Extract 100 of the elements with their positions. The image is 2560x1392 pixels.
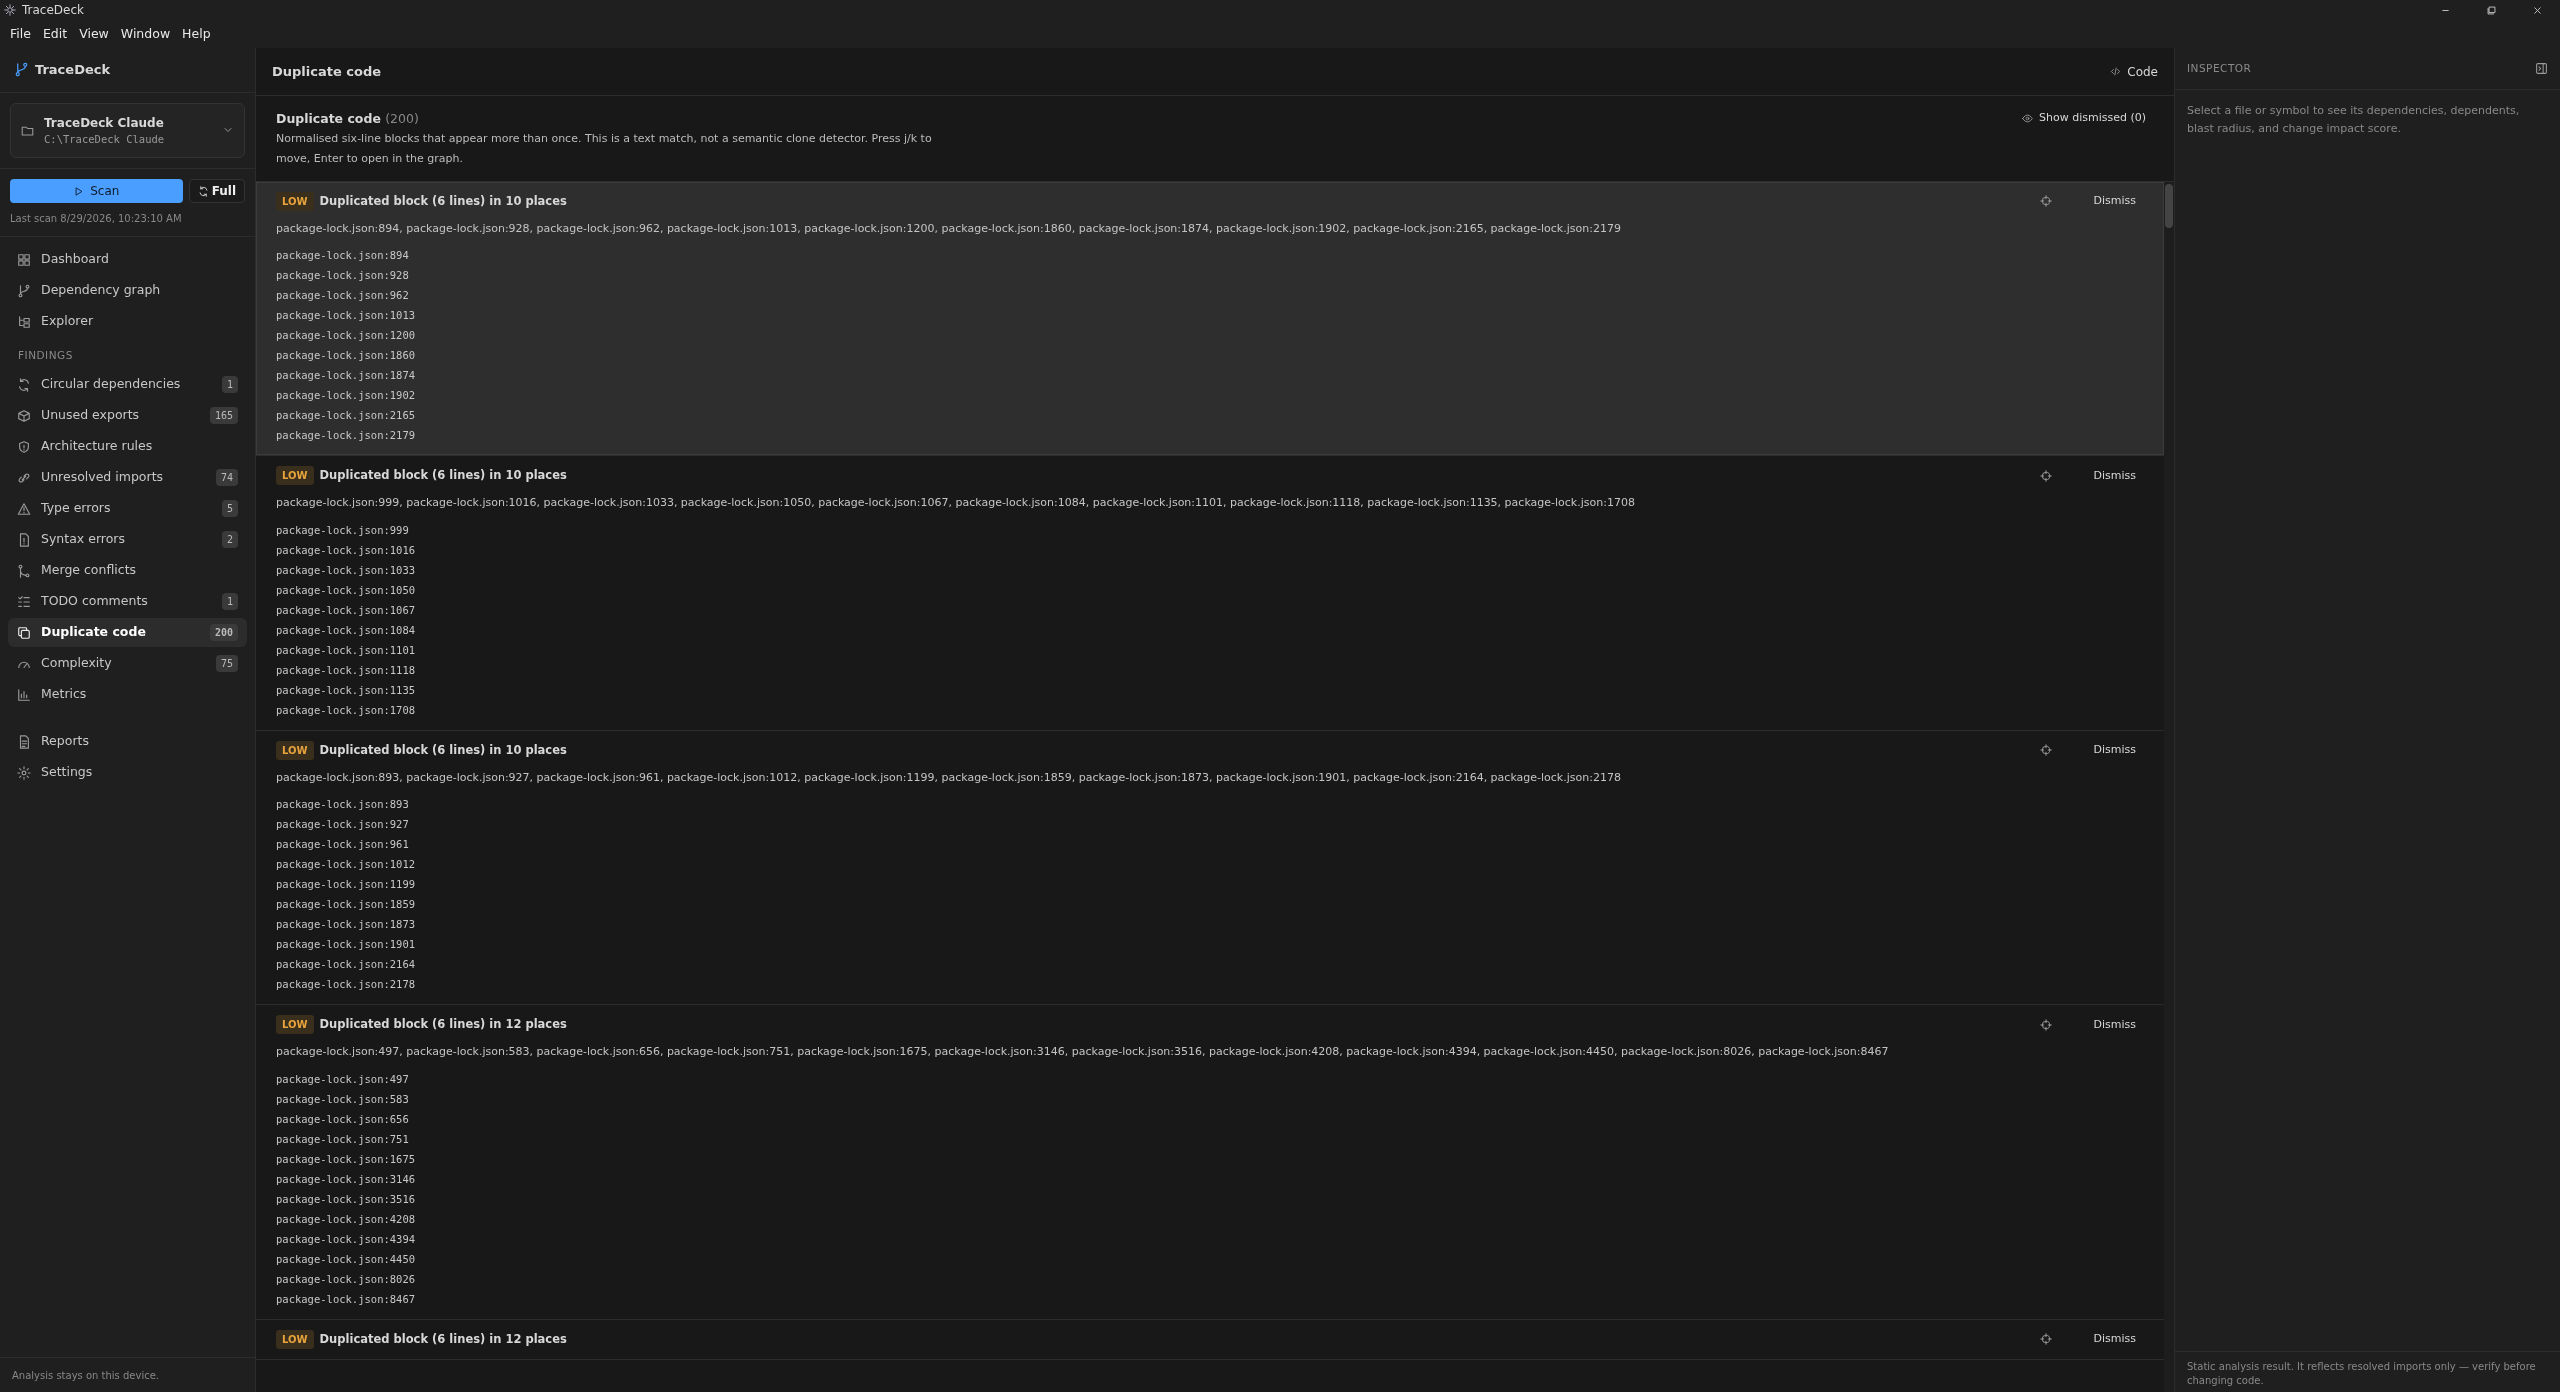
severity-badge: LOW: [276, 466, 314, 486]
crosshair-icon: [2039, 469, 2052, 482]
collapse-panel-button[interactable]: [2535, 62, 2548, 75]
location-line: package-lock.json:8467: [276, 1291, 417, 1307]
last-scan-time: Last scan 8/29/2026, 10:23:10 AM: [10, 212, 183, 227]
footer-note: Analysis stays on this device.: [12, 1370, 160, 1381]
location-line: package-lock.json:1859: [276, 897, 417, 913]
location-line: package-lock.json:8026: [276, 1271, 417, 1287]
location-line: package-lock.json:1050: [276, 582, 417, 598]
eye-icon: [2022, 112, 2033, 124]
document-icon: [17, 532, 31, 547]
project-name: TraceDeck Claude: [44, 114, 165, 132]
result-title: Duplicated block (6 lines) in 10 places: [319, 741, 567, 759]
location-line: package-lock.json:1084: [276, 622, 417, 638]
location-line: package-lock.json:1101: [276, 642, 417, 658]
dashboard-icon: [17, 252, 31, 267]
full-scan-button[interactable]: Full: [188, 179, 245, 204]
sidebar-item[interactable]: Duplicate code 200: [8, 618, 247, 647]
code-icon: [2110, 66, 2122, 77]
package-icon: [17, 408, 31, 423]
play-icon: [73, 185, 85, 197]
crosshair-icon: [2039, 195, 2052, 208]
project-path: C:\TraceDeck Claude: [44, 131, 165, 147]
sidebar-item[interactable]: Metrics: [8, 680, 247, 709]
location-line: package-lock.json:1902: [276, 388, 417, 404]
location-line: package-lock.json:2165: [276, 408, 417, 424]
location-line: package-lock.json:4208: [276, 1211, 417, 1227]
location-line: package-lock.json:961: [276, 837, 410, 853]
warning-icon: [17, 501, 31, 516]
location-line: package-lock.json:1901: [276, 937, 417, 953]
sidebar-item[interactable]: Type errors 5: [8, 494, 247, 523]
location-line: package-lock.json:999: [276, 522, 410, 538]
sidebar-item[interactable]: Reports: [8, 727, 247, 756]
sidebar-item[interactable]: Unresolved imports 74: [8, 463, 247, 492]
checklist-icon: [17, 594, 31, 609]
location-line: package-lock.json:1200: [276, 328, 417, 344]
panel-icon: [2535, 62, 2548, 75]
project-selector[interactable]: TraceDeck Claude C:\TraceDeck Claude: [10, 102, 245, 159]
report-icon: [17, 734, 31, 749]
result-title: Duplicated block (6 lines) in 10 places: [319, 467, 567, 485]
locate-button[interactable]: [2039, 469, 2052, 482]
scrollbar-thumb[interactable]: [2165, 183, 2173, 228]
show-dismissed-button[interactable]: Show dismissed (0): [2022, 110, 2146, 127]
dismiss-button[interactable]: Dismiss: [2093, 467, 2136, 484]
section-title: Duplicate code (200): [276, 110, 420, 128]
location-line: package-lock.json:928: [276, 268, 410, 284]
location-line: package-lock.json:656: [276, 1111, 410, 1127]
sidebar-item[interactable]: Unused exports 165: [8, 401, 247, 430]
locate-button[interactable]: [2039, 744, 2052, 757]
sidebar-item[interactable]: Dashboard: [8, 245, 247, 275]
refresh-icon: [197, 185, 209, 197]
locations-summary: package-lock.json:894, package-lock.json:928, package-lock.json:962, package-lock.json:1013, package-lock.json:1200, package-lock.json:1860, package-lock.json:1874, package-lock.json:1902, package-lock.json:2165, package-lock.json:2179: [276, 220, 1622, 237]
dismiss-button[interactable]: Dismiss: [2093, 193, 2136, 210]
crosshair-icon: [2039, 744, 2052, 757]
close-icon: [2531, 4, 2543, 16]
inspector-footer: Static analysis result. It reflects resolved imports only — verify before changing code.: [2187, 1360, 2548, 1388]
app-logo-icon: [4, 4, 16, 16]
severity-badge: LOW: [276, 1329, 314, 1349]
menu-item[interactable]: Edit: [36, 24, 74, 44]
sidebar-item[interactable]: Complexity 75: [8, 649, 247, 678]
dismiss-button[interactable]: Dismiss: [2093, 1331, 2136, 1348]
location-line: package-lock.json:1199: [276, 877, 417, 893]
dismiss-button[interactable]: Dismiss: [2093, 742, 2136, 759]
location-line: package-lock.json:3516: [276, 1191, 417, 1207]
code-button[interactable]: Code: [2110, 62, 2158, 81]
sidebar-item[interactable]: Dependency graph: [8, 276, 247, 306]
scan-button[interactable]: Scan: [10, 179, 183, 204]
location-line: package-lock.json:4450: [276, 1251, 417, 1267]
description: Normalised six-line blocks that appear more than once. This is a text match, not a semantic clone detector. Press j/k to move, Enter to open in the graph.: [276, 130, 933, 167]
count-badge: 1: [221, 376, 238, 393]
location-line: package-lock.json:1708: [276, 702, 417, 718]
count-badge: 2: [221, 531, 238, 548]
locate-button[interactable]: [2039, 1333, 2052, 1346]
location-line: package-lock.json:1135: [276, 682, 417, 698]
sidebar-item[interactable]: Circular dependencies 1: [8, 370, 247, 399]
sidebar-item[interactable]: Architecture rules: [8, 432, 247, 461]
location-line: package-lock.json:2164: [276, 957, 417, 973]
location-line: package-lock.json:1873: [276, 917, 417, 933]
locations-summary: package-lock.json:497, package-lock.json:583, package-lock.json:656, package-lock.json:751, package-lock.json:1675, package-lock.json:3146, package-lock.json:3516, package-lock.json:4208, package-lock.json:4394, package-lock.json:4450, package-lock.json:8026, package-lock.json:8467: [276, 1044, 1890, 1061]
menu-item[interactable]: Window: [114, 24, 177, 44]
location-line: package-lock.json:962: [276, 288, 410, 304]
location-line: package-lock.json:894: [276, 248, 410, 264]
location-line: package-lock.json:751: [276, 1131, 410, 1147]
branch-icon: [14, 62, 29, 78]
sidebar-item[interactable]: Explorer: [8, 307, 247, 337]
broken-link-icon: [17, 470, 31, 485]
location-line: package-lock.json:583: [276, 1091, 410, 1107]
sidebar-item[interactable]: Settings: [8, 758, 247, 787]
dismiss-button[interactable]: Dismiss: [2093, 1016, 2136, 1033]
menu-item[interactable]: Help: [176, 24, 217, 44]
count-badge: 200: [209, 624, 238, 641]
sidebar-item[interactable]: TODO comments 1: [8, 587, 247, 616]
menu-item[interactable]: File: [4, 24, 37, 44]
sidebar-item[interactable]: Syntax errors 2: [8, 525, 247, 554]
locate-button[interactable]: [2039, 1018, 2052, 1031]
locate-button[interactable]: [2039, 195, 2052, 208]
sidebar-item[interactable]: Merge conflicts: [8, 556, 247, 585]
location-line: package-lock.json:2178: [276, 977, 417, 993]
menu-item[interactable]: View: [73, 24, 115, 44]
page-title: Duplicate code: [272, 62, 382, 81]
